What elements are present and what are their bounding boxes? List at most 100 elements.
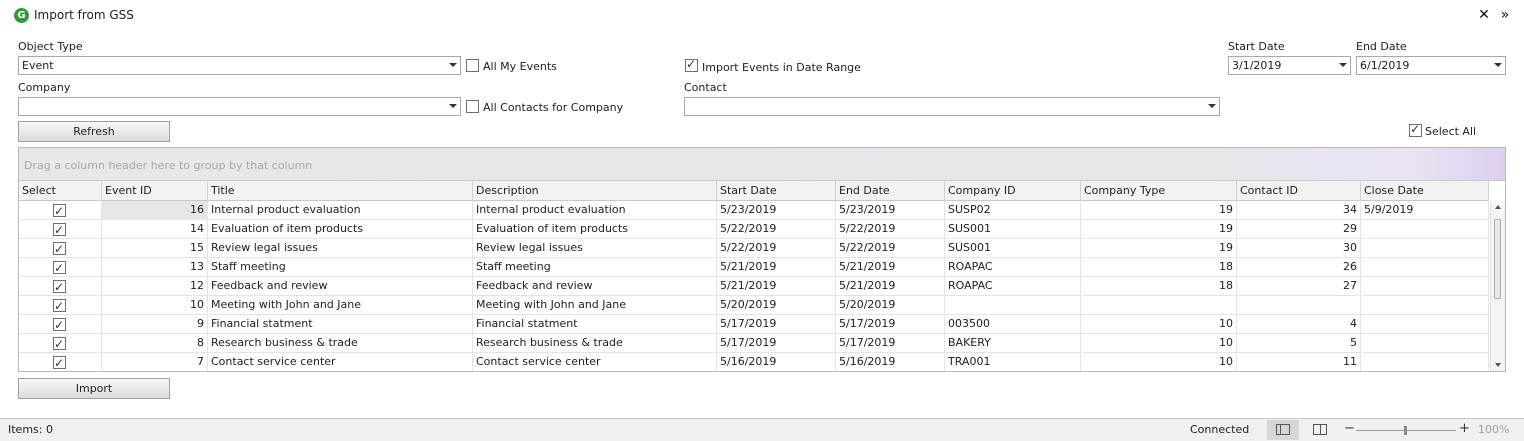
select-all-checkbox[interactable] bbox=[1409, 122, 1422, 137]
row-select-checkbox[interactable] bbox=[53, 297, 66, 315]
company-label: Company bbox=[18, 81, 71, 94]
import-button[interactable]: Import bbox=[18, 378, 170, 399]
cell-select bbox=[19, 277, 102, 296]
zoom-out-icon[interactable]: − bbox=[1344, 422, 1355, 436]
row-select-checkbox[interactable] bbox=[53, 240, 66, 258]
row-select-checkbox[interactable] bbox=[53, 202, 66, 220]
refresh-button[interactable]: Refresh bbox=[18, 121, 170, 142]
cell-close-date bbox=[1361, 334, 1489, 353]
cell-company-type: 10 bbox=[1081, 315, 1237, 334]
cell-select bbox=[19, 201, 102, 220]
scroll-up-icon[interactable] bbox=[1495, 205, 1501, 209]
cell-company-id: SUSP02 bbox=[945, 201, 1081, 220]
cell-title: Review legal issues bbox=[208, 239, 473, 258]
column-header-title[interactable]: Title bbox=[208, 181, 473, 201]
start-date-value: 3/1/2019 bbox=[1232, 59, 1282, 72]
column-header-company-type[interactable]: Company Type bbox=[1081, 181, 1237, 201]
cell-title: Evaluation of item products bbox=[208, 220, 473, 239]
cell-end-date: 5/17/2019 bbox=[836, 315, 945, 334]
row-select-checkbox[interactable] bbox=[53, 278, 66, 296]
import-in-date-range-checkbox[interactable] bbox=[685, 57, 698, 72]
cell-event-id: 10 bbox=[102, 296, 208, 315]
cell-company-id: ROAPAC bbox=[945, 277, 1081, 296]
cell-company-id: SUS001 bbox=[945, 239, 1081, 258]
vertical-scrollbar[interactable] bbox=[1490, 201, 1505, 371]
cell-event-id: 14 bbox=[102, 220, 208, 239]
object-type-dropdown[interactable]: Event bbox=[18, 56, 461, 75]
cell-start-date: 5/22/2019 bbox=[717, 220, 836, 239]
column-header-company-id[interactable]: Company ID bbox=[945, 181, 1081, 201]
row-select-checkbox[interactable] bbox=[53, 354, 66, 371]
cell-description: Evaluation of item products bbox=[473, 220, 717, 239]
cell-close-date bbox=[1361, 296, 1489, 315]
cell-company-type: 10 bbox=[1081, 353, 1237, 371]
cell-company-type: 18 bbox=[1081, 258, 1237, 277]
start-date-picker[interactable]: 3/1/2019 bbox=[1228, 56, 1351, 75]
table-row[interactable]: 12Feedback and reviewFeedback and review… bbox=[19, 277, 1489, 296]
cell-contact-id bbox=[1237, 296, 1361, 315]
dropdown-arrow-icon bbox=[1208, 104, 1216, 108]
row-select-checkbox[interactable] bbox=[53, 335, 66, 353]
column-header-contact-id[interactable]: Contact ID bbox=[1237, 181, 1361, 201]
table-row[interactable]: 15Review legal issuesReview legal issues… bbox=[19, 239, 1489, 258]
cell-contact-id: 30 bbox=[1237, 239, 1361, 258]
close-icon[interactable]: ✕ bbox=[1476, 7, 1492, 23]
all-contacts-for-company-checkbox[interactable] bbox=[466, 100, 479, 113]
items-count: Items: 0 bbox=[8, 423, 53, 436]
cell-company-id: SUS001 bbox=[945, 220, 1081, 239]
reading-view-button[interactable] bbox=[1304, 420, 1336, 440]
column-header-select[interactable]: Select bbox=[19, 181, 102, 201]
table-row[interactable]: 14Evaluation of item productsEvaluation … bbox=[19, 220, 1489, 239]
zoom-in-icon[interactable]: + bbox=[1459, 422, 1470, 436]
column-header-end-date[interactable]: End Date bbox=[836, 181, 945, 201]
row-select-checkbox[interactable] bbox=[53, 221, 66, 239]
import-in-date-range-label: Import Events in Date Range bbox=[702, 61, 861, 74]
cell-select bbox=[19, 315, 102, 334]
object-type-label: Object Type bbox=[18, 40, 83, 53]
column-header-close-date[interactable]: Close Date bbox=[1361, 181, 1489, 201]
row-select-checkbox[interactable] bbox=[53, 316, 66, 334]
cell-contact-id: 11 bbox=[1237, 353, 1361, 371]
cell-event-id: 9 bbox=[102, 315, 208, 334]
cell-end-date: 5/17/2019 bbox=[836, 334, 945, 353]
table-row[interactable]: 10Meeting with John and JaneMeeting with… bbox=[19, 296, 1489, 315]
end-date-picker[interactable]: 6/1/2019 bbox=[1356, 56, 1506, 75]
cell-close-date bbox=[1361, 258, 1489, 277]
cell-event-id: 13 bbox=[102, 258, 208, 277]
table-row[interactable]: 7Contact service centerContact service c… bbox=[19, 353, 1489, 371]
cell-close-date bbox=[1361, 277, 1489, 296]
dropdown-arrow-icon bbox=[449, 104, 457, 108]
cell-end-date: 5/21/2019 bbox=[836, 277, 945, 296]
column-header-start-date[interactable]: Start Date bbox=[717, 181, 836, 201]
cell-contact-id: 4 bbox=[1237, 315, 1361, 334]
zoom-slider-thumb[interactable] bbox=[1404, 426, 1407, 435]
cell-company-id: ROAPAC bbox=[945, 258, 1081, 277]
end-date-value: 6/1/2019 bbox=[1360, 59, 1410, 72]
cell-description: Research business & trade bbox=[473, 334, 717, 353]
scroll-thumb[interactable] bbox=[1494, 219, 1501, 299]
column-header-event-id[interactable]: Event ID bbox=[102, 181, 208, 201]
cell-title: Feedback and review bbox=[208, 277, 473, 296]
cell-title: Contact service center bbox=[208, 353, 473, 371]
cell-end-date: 5/20/2019 bbox=[836, 296, 945, 315]
cell-start-date: 5/17/2019 bbox=[717, 315, 836, 334]
normal-view-button[interactable] bbox=[1267, 420, 1299, 440]
cell-start-date: 5/21/2019 bbox=[717, 277, 836, 296]
table-row[interactable]: 9Financial statmentFinancial statment5/1… bbox=[19, 315, 1489, 334]
all-my-events-checkbox[interactable] bbox=[466, 59, 479, 72]
row-select-checkbox[interactable] bbox=[53, 259, 66, 277]
dropdown-arrow-icon bbox=[1494, 63, 1502, 67]
company-dropdown[interactable] bbox=[18, 97, 461, 116]
column-header-description[interactable]: Description bbox=[473, 181, 717, 201]
cell-description: Feedback and review bbox=[473, 277, 717, 296]
cell-end-date: 5/16/2019 bbox=[836, 353, 945, 371]
collapse-chevron-icon[interactable]: » bbox=[1497, 7, 1513, 23]
table-row[interactable]: 13Staff meetingStaff meeting5/21/20195/2… bbox=[19, 258, 1489, 277]
scroll-down-icon[interactable] bbox=[1495, 363, 1501, 367]
table-row[interactable]: 8Research business & tradeResearch busin… bbox=[19, 334, 1489, 353]
cell-title: Internal product evaluation bbox=[208, 201, 473, 220]
cell-end-date: 5/22/2019 bbox=[836, 239, 945, 258]
table-row[interactable]: 16Internal product evaluationInternal pr… bbox=[19, 201, 1489, 220]
group-by-panel[interactable]: Drag a column header here to group by th… bbox=[19, 148, 1505, 181]
contact-dropdown[interactable] bbox=[684, 97, 1220, 116]
